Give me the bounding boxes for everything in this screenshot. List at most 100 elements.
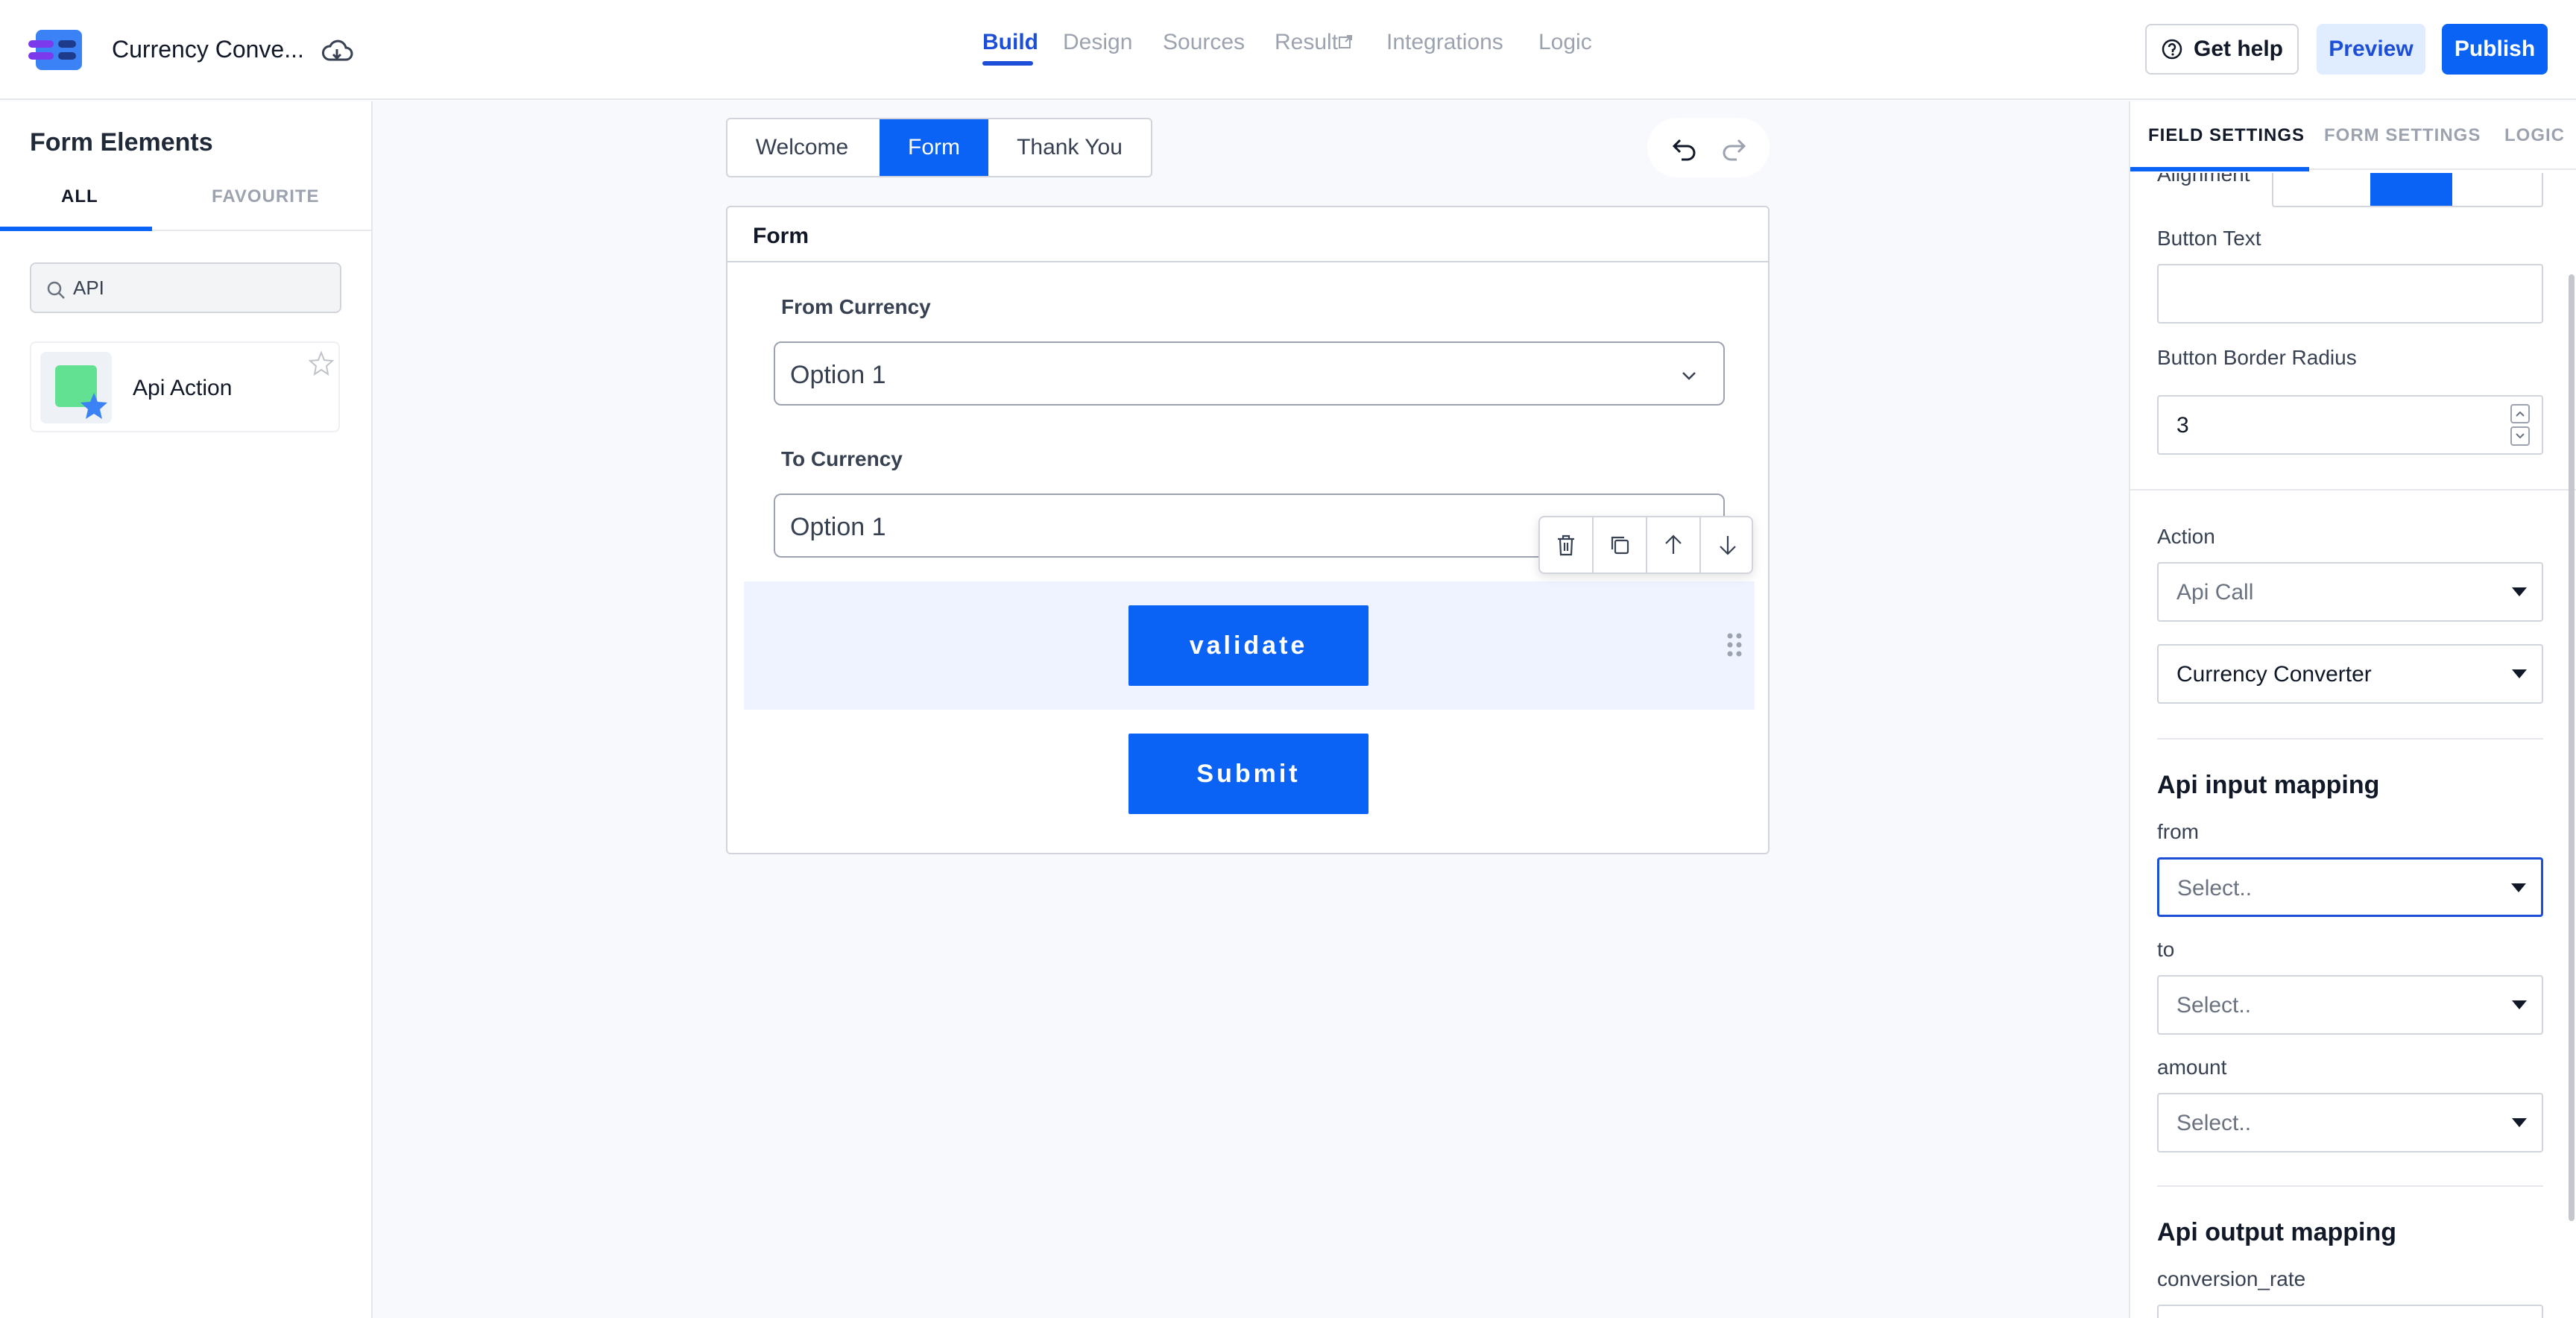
- api-action-icon: [40, 352, 112, 423]
- from-currency-label: From Currency: [781, 295, 931, 318]
- caret-down-icon: [2512, 1118, 2527, 1127]
- settings-panel: Alignment Button Text Button Border Radi…: [2129, 101, 2576, 1318]
- arrow-up-icon: [1665, 535, 1682, 554]
- field-settings-body: Alignment Button Text Button Border Radi…: [2130, 101, 2576, 1318]
- form-header-title: Form: [753, 224, 809, 248]
- mapping-from-select[interactable]: Select..: [2157, 857, 2543, 917]
- api-select[interactable]: Currency Converter: [2157, 644, 2543, 704]
- element-search: [30, 262, 341, 313]
- nav-logic[interactable]: Logic: [1538, 30, 1592, 55]
- form-header: Form: [727, 207, 1768, 262]
- mapping-amount-label: amount: [2157, 1056, 2227, 1079]
- chevron-down-icon: [1682, 372, 1696, 380]
- input-mapping-heading: Api input mapping: [2157, 771, 2380, 799]
- nav-result-label: Result: [1275, 30, 1339, 54]
- history-controls: [1647, 118, 1770, 177]
- action-value: Api Call: [2176, 580, 2254, 605]
- search-icon: [47, 281, 65, 299]
- border-radius-label: Button Border Radius: [2157, 346, 2357, 369]
- tab-welcome[interactable]: Welcome: [727, 119, 877, 176]
- tab-favourite[interactable]: FAVOURITE: [212, 186, 320, 207]
- arrow-down-icon: [1720, 536, 1736, 555]
- publish-button[interactable]: Publish: [2442, 24, 2548, 75]
- element-api-action[interactable]: Api Action: [30, 341, 340, 432]
- mapping-from-label: from: [2157, 820, 2199, 843]
- undo-icon[interactable]: [1670, 133, 1699, 163]
- get-help-button[interactable]: Get help: [2145, 24, 2299, 75]
- cloud-save-icon[interactable]: [321, 36, 353, 66]
- mapping-to-label: to: [2157, 938, 2175, 961]
- stepper-up-icon[interactable]: [2510, 404, 2530, 423]
- panel-title: Form Elements: [30, 128, 213, 157]
- mapping-to-select[interactable]: Select..: [2157, 975, 2543, 1035]
- settings-tabs: FIELD SETTINGS FORM SETTINGS LOGIC: [2130, 101, 2576, 171]
- tab-field-settings[interactable]: FIELD SETTINGS: [2148, 125, 2305, 146]
- number-stepper[interactable]: [2510, 404, 2530, 446]
- top-bar: Currency Conve... Build Design Sources R…: [0, 0, 2576, 100]
- output-mapping-heading: Api output mapping: [2157, 1218, 2397, 1246]
- section-divider: [2130, 489, 2576, 491]
- mapping-conversion-rate-label: conversion_rate: [2157, 1267, 2306, 1290]
- validate-button[interactable]: validate: [1128, 605, 1368, 686]
- drag-handle-icon[interactable]: [1725, 631, 1744, 659]
- stepper-down-icon[interactable]: [2510, 426, 2530, 446]
- mapping-from-value: Select..: [2177, 876, 2253, 901]
- button-text-label: Button Text: [2157, 227, 2261, 250]
- form-elements-panel: Form Elements ALL FAVOURITE Api Action: [0, 101, 373, 1318]
- mapping-amount-select[interactable]: Select..: [2157, 1093, 2543, 1153]
- alignment-toggle[interactable]: [2272, 173, 2543, 207]
- nav-sources[interactable]: Sources: [1163, 30, 1245, 55]
- from-currency-value: Option 1: [790, 361, 886, 389]
- submit-button[interactable]: Submit: [1128, 734, 1368, 814]
- nav-build[interactable]: Build: [982, 30, 1038, 55]
- tab-all[interactable]: ALL: [61, 186, 98, 207]
- tab-thank-you[interactable]: Thank You: [988, 119, 1151, 176]
- get-help-label: Get help: [2193, 37, 2283, 61]
- tab-logic[interactable]: LOGIC: [2504, 125, 2565, 146]
- form-title[interactable]: Currency Conve...: [112, 36, 304, 63]
- to-currency-label: To Currency: [781, 447, 903, 470]
- field-toolbar: [1538, 516, 1753, 574]
- caret-down-icon: [2512, 669, 2527, 678]
- search-input[interactable]: [73, 264, 334, 312]
- caret-down-icon: [2512, 1000, 2527, 1009]
- tab-active-indicator: [0, 227, 152, 231]
- button-text-input[interactable]: [2157, 264, 2543, 324]
- caret-down-icon: [2512, 587, 2527, 596]
- element-label: Api Action: [133, 376, 233, 400]
- action-select[interactable]: Api Call: [2157, 562, 2543, 622]
- help-icon: [2162, 39, 2182, 60]
- duplicate-field-button[interactable]: [1594, 517, 1647, 573]
- to-currency-value: Option 1: [790, 513, 886, 541]
- border-radius-input[interactable]: 3: [2157, 395, 2543, 455]
- nav-active-indicator: [982, 61, 1033, 66]
- preview-button[interactable]: Preview: [2317, 24, 2425, 75]
- star-badge-icon: [80, 393, 107, 419]
- move-down-button[interactable]: [1701, 517, 1755, 573]
- nav-result[interactable]: Result: [1275, 30, 1353, 55]
- favourite-star-icon[interactable]: [309, 350, 334, 376]
- nav-integrations[interactable]: Integrations: [1386, 30, 1503, 55]
- api-value: Currency Converter: [2176, 662, 2372, 687]
- page-tabs: Welcome Form Thank You: [726, 118, 1152, 177]
- settings-scrollbar[interactable]: [2569, 274, 2575, 1221]
- trash-icon: [1558, 535, 1574, 556]
- delete-field-button[interactable]: [1540, 517, 1594, 573]
- copy-icon: [1611, 536, 1629, 555]
- redo-icon[interactable]: [1719, 133, 1749, 163]
- external-link-icon: [1339, 35, 1353, 48]
- mapping-conversion-rate-select[interactable]: [2157, 1305, 2543, 1318]
- mapping-to-value: Select..: [2176, 993, 2252, 1018]
- section-divider: [2157, 738, 2543, 740]
- border-radius-value: 3: [2176, 413, 2189, 438]
- section-divider: [2157, 1185, 2543, 1187]
- nav-design[interactable]: Design: [1063, 30, 1132, 55]
- action-label: Action: [2157, 525, 2215, 548]
- tab-form[interactable]: Form: [880, 119, 988, 176]
- mapping-amount-value: Select..: [2176, 1111, 2252, 1135]
- from-currency-select[interactable]: Option 1: [774, 341, 1725, 406]
- caret-down-icon: [2511, 883, 2526, 892]
- move-up-button[interactable]: [1647, 517, 1701, 573]
- tab-form-settings[interactable]: FORM SETTINGS: [2324, 125, 2481, 146]
- app-logo[interactable]: [28, 30, 82, 70]
